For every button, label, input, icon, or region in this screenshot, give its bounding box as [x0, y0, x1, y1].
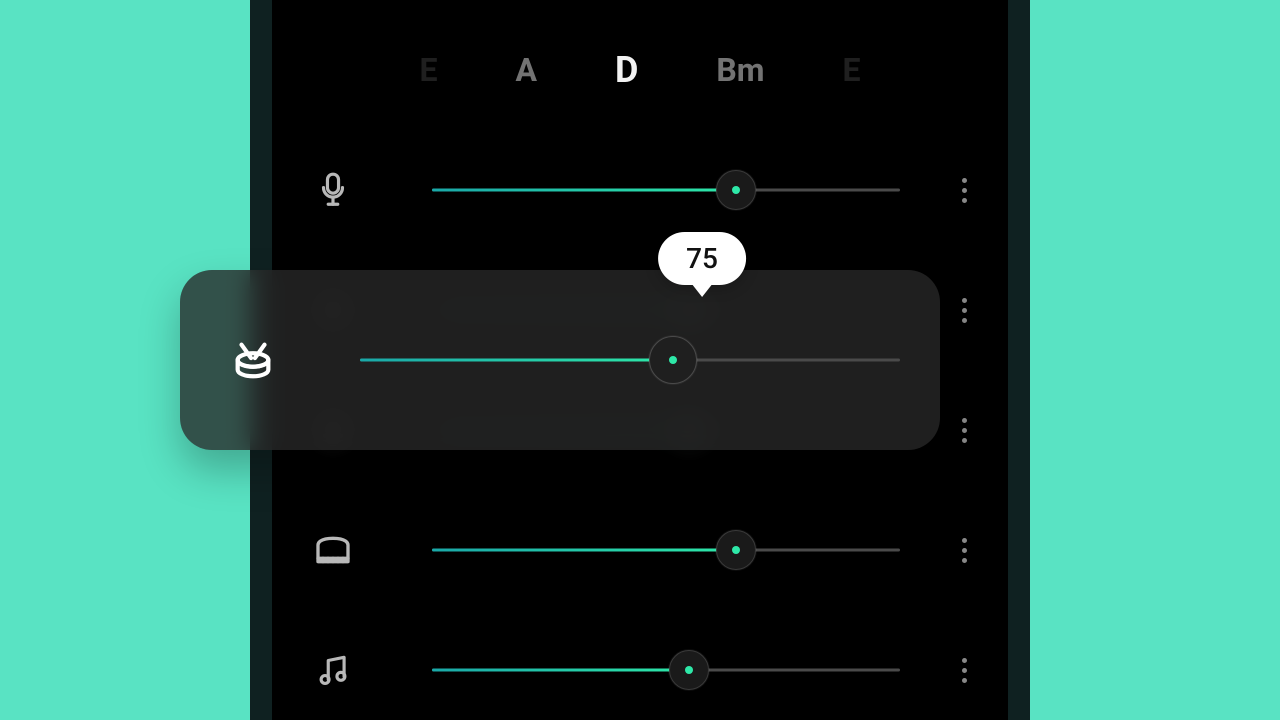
chord-strip: E A D Bm E [272, 45, 1008, 95]
drum-icon [230, 337, 276, 383]
slider-thumb[interactable] [716, 170, 756, 210]
track-overlay-drums [180, 270, 940, 450]
slider-fill [432, 669, 689, 672]
more-menu-button[interactable] [952, 290, 976, 330]
mic-icon [310, 167, 356, 213]
chord-item: E [419, 51, 437, 89]
piano-icon [310, 527, 356, 573]
slider-fill [432, 189, 736, 192]
slider-thumb[interactable] [649, 336, 697, 384]
volume-slider-piano[interactable] [432, 548, 900, 552]
music-note-icon [310, 647, 356, 693]
chord-item: A [515, 51, 537, 89]
chord-item: Bm [716, 51, 764, 89]
slider-fill [432, 549, 736, 552]
track-row-other [272, 610, 1008, 720]
tooltip-value: 75 [686, 242, 718, 275]
more-menu-button[interactable] [952, 650, 976, 690]
track-row-vocals [272, 130, 1008, 250]
slider-fill [360, 359, 673, 362]
more-menu-button[interactable] [952, 410, 976, 450]
chord-item: E [843, 51, 861, 89]
more-menu-button[interactable] [952, 530, 976, 570]
volume-slider-vocals[interactable] [432, 188, 900, 192]
volume-slider-drums[interactable] [360, 358, 900, 362]
chord-item-current: D [615, 49, 638, 91]
slider-tooltip: 75 [658, 232, 746, 285]
stage: E A D Bm E [0, 0, 1280, 720]
slider-thumb[interactable] [716, 530, 756, 570]
track-row-piano [272, 490, 1008, 610]
slider-thumb[interactable] [669, 650, 709, 690]
volume-slider-other[interactable] [432, 668, 900, 672]
more-menu-button[interactable] [952, 170, 976, 210]
